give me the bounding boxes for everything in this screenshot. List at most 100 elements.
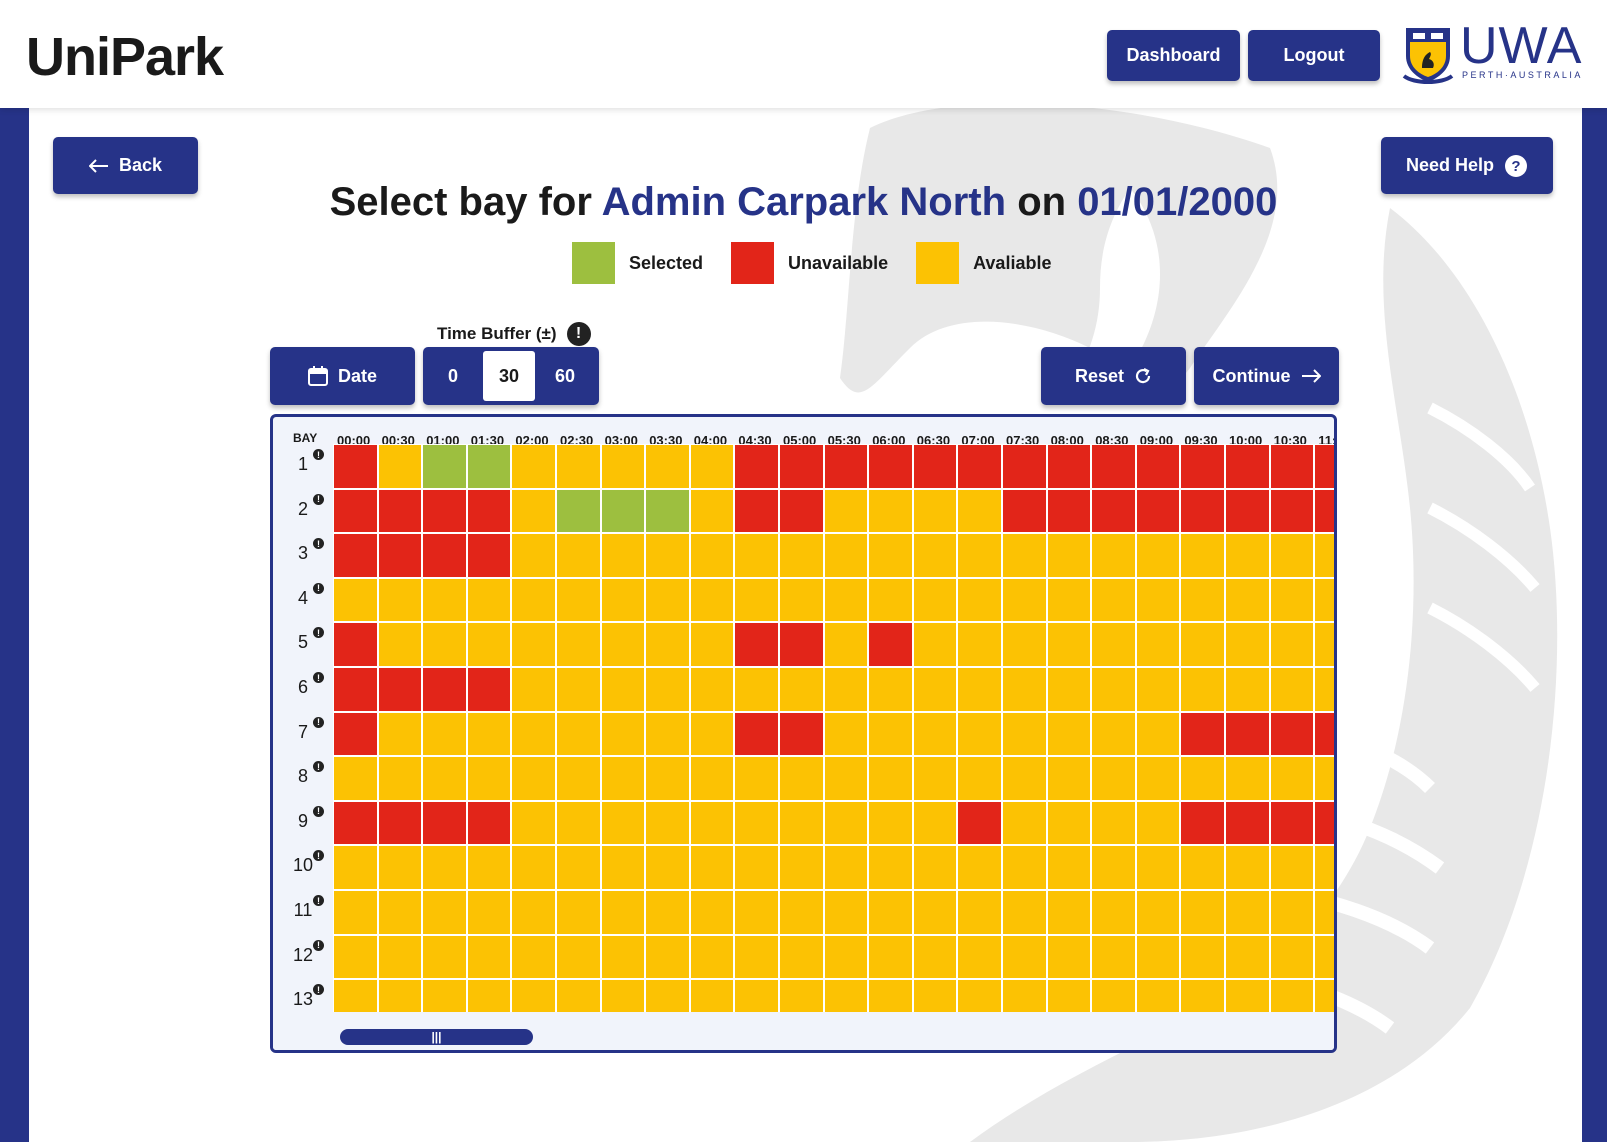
schedule-cell[interactable] xyxy=(868,533,913,578)
schedule-cell[interactable] xyxy=(645,488,690,534)
schedule-cell[interactable] xyxy=(689,444,735,489)
schedule-cell[interactable] xyxy=(422,444,467,489)
schedule-cell[interactable] xyxy=(779,890,824,935)
schedule-cell[interactable] xyxy=(645,711,690,757)
schedule-cell[interactable] xyxy=(333,756,378,801)
schedule-cell[interactable] xyxy=(823,622,869,667)
schedule-cell[interactable] xyxy=(734,845,779,890)
schedule-cell[interactable] xyxy=(1091,488,1136,534)
schedule-cell[interactable] xyxy=(912,890,958,935)
schedule-cell[interactable] xyxy=(734,934,779,980)
schedule-cell[interactable] xyxy=(779,622,824,667)
schedule-cell[interactable] xyxy=(466,800,512,846)
schedule-cell[interactable] xyxy=(779,800,824,846)
schedule-cell[interactable] xyxy=(1269,756,1315,801)
schedule-cell[interactable] xyxy=(1135,756,1181,801)
schedule-cell[interactable] xyxy=(823,533,869,578)
schedule-cell[interactable] xyxy=(645,934,690,980)
schedule-cell[interactable] xyxy=(1002,622,1047,667)
schedule-cell[interactable] xyxy=(466,667,512,712)
schedule-cell[interactable] xyxy=(422,845,467,890)
schedule-cell[interactable] xyxy=(600,667,646,712)
schedule-cell[interactable] xyxy=(779,533,824,578)
schedule-cell[interactable] xyxy=(422,890,467,935)
schedule-cell[interactable] xyxy=(912,800,958,846)
schedule-cell[interactable] xyxy=(734,667,779,712)
schedule-cell[interactable] xyxy=(689,934,735,980)
schedule-cell[interactable] xyxy=(1269,533,1315,578)
schedule-cell[interactable] xyxy=(511,577,556,623)
schedule-cell[interactable] xyxy=(823,800,869,846)
schedule-cell[interactable] xyxy=(1269,667,1315,712)
schedule-cell[interactable] xyxy=(734,622,779,667)
schedule-cell[interactable] xyxy=(645,444,690,489)
schedule-cell[interactable] xyxy=(466,444,512,489)
schedule-cell[interactable] xyxy=(1269,934,1315,980)
reset-button[interactable]: Reset xyxy=(1041,347,1186,405)
schedule-cell[interactable] xyxy=(422,800,467,846)
schedule-cell[interactable] xyxy=(600,711,646,757)
schedule-cell[interactable] xyxy=(1314,934,1334,980)
schedule-cell[interactable] xyxy=(377,488,423,534)
schedule-cell[interactable] xyxy=(779,444,824,489)
schedule-cell[interactable] xyxy=(689,622,735,667)
schedule-cell[interactable] xyxy=(689,711,735,757)
schedule-cell[interactable] xyxy=(912,667,958,712)
bay-info-icon[interactable]: ! xyxy=(313,672,324,683)
schedule-cell[interactable] xyxy=(912,533,958,578)
schedule-cell[interactable] xyxy=(1002,800,1047,846)
schedule-cell[interactable] xyxy=(1225,444,1270,489)
schedule-cell[interactable] xyxy=(912,577,958,623)
schedule-cell[interactable] xyxy=(689,890,735,935)
schedule-cell[interactable] xyxy=(1091,667,1136,712)
schedule-cell[interactable] xyxy=(823,845,869,890)
schedule-cell[interactable] xyxy=(466,577,512,623)
schedule-cell[interactable] xyxy=(823,444,869,489)
schedule-cell[interactable] xyxy=(689,533,735,578)
schedule-cell[interactable] xyxy=(1135,890,1181,935)
schedule-cell[interactable] xyxy=(511,667,556,712)
schedule-cell[interactable] xyxy=(1269,979,1315,1012)
schedule-cell[interactable] xyxy=(466,711,512,757)
schedule-cell[interactable] xyxy=(466,622,512,667)
schedule-cell[interactable] xyxy=(957,756,1002,801)
schedule-cell[interactable] xyxy=(957,577,1002,623)
schedule-cell[interactable] xyxy=(1225,756,1270,801)
schedule-cell[interactable] xyxy=(1046,711,1092,757)
schedule-cell[interactable] xyxy=(1002,979,1047,1012)
schedule-cell[interactable] xyxy=(1180,577,1225,623)
schedule-cell[interactable] xyxy=(1091,711,1136,757)
schedule-cell[interactable] xyxy=(734,711,779,757)
schedule-cell[interactable] xyxy=(377,667,423,712)
schedule-cell[interactable] xyxy=(422,979,467,1012)
schedule-cell[interactable] xyxy=(1135,934,1181,980)
schedule-cell[interactable] xyxy=(1314,667,1334,712)
schedule-cell[interactable] xyxy=(1046,979,1092,1012)
schedule-cell[interactable] xyxy=(1180,711,1225,757)
schedule-cell[interactable] xyxy=(600,756,646,801)
schedule-cell[interactable] xyxy=(1002,577,1047,623)
schedule-cell[interactable] xyxy=(600,488,646,534)
logout-button[interactable]: Logout xyxy=(1248,30,1380,81)
schedule-cell[interactable] xyxy=(1180,622,1225,667)
schedule-cell[interactable] xyxy=(1225,890,1270,935)
schedule-cell[interactable] xyxy=(1314,533,1334,578)
schedule-cell[interactable] xyxy=(823,979,869,1012)
schedule-cell[interactable] xyxy=(511,711,556,757)
schedule-cell[interactable] xyxy=(377,845,423,890)
schedule-cell[interactable] xyxy=(333,711,378,757)
schedule-cell[interactable] xyxy=(779,845,824,890)
schedule-cell[interactable] xyxy=(689,800,735,846)
schedule-cell[interactable] xyxy=(1135,488,1181,534)
schedule-cell[interactable] xyxy=(377,622,423,667)
schedule-cell[interactable] xyxy=(511,533,556,578)
schedule-cell[interactable] xyxy=(1046,890,1092,935)
schedule-cell[interactable] xyxy=(600,444,646,489)
schedule-cell[interactable] xyxy=(868,577,913,623)
schedule-cell[interactable] xyxy=(957,533,1002,578)
schedule-cell[interactable] xyxy=(1046,533,1092,578)
schedule-cell[interactable] xyxy=(1135,845,1181,890)
schedule-cell[interactable] xyxy=(1180,488,1225,534)
schedule-cell[interactable] xyxy=(645,800,690,846)
schedule-cell[interactable] xyxy=(511,756,556,801)
